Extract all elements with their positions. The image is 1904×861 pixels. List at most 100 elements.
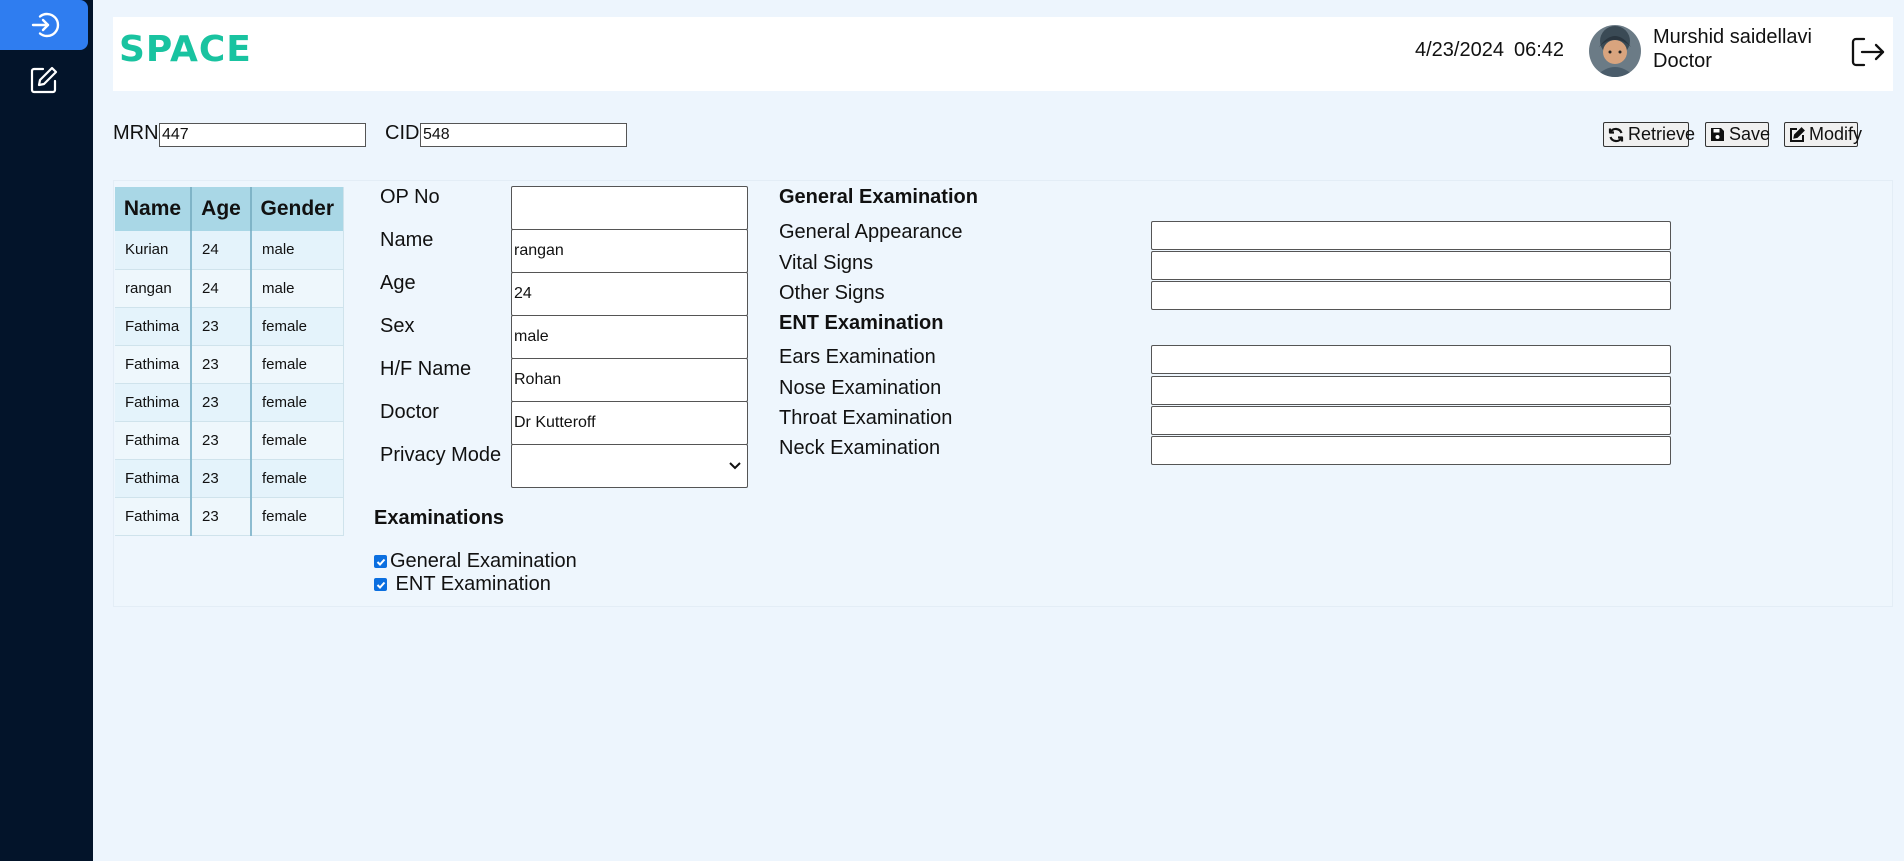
table-row[interactable]: Kurian 24 male (115, 231, 344, 270)
op-no-label: OP No (380, 186, 440, 208)
general-appearance-input[interactable] (1151, 221, 1671, 250)
hf-name-label: H/F Name (380, 358, 472, 380)
avatar[interactable] (1589, 25, 1641, 77)
table-row[interactable]: Fathima 23 female (115, 459, 344, 498)
column-header-gender[interactable]: Gender (251, 187, 344, 231)
name-label: Name (380, 229, 434, 251)
table-row[interactable]: Fathima 23 female (115, 345, 344, 384)
save-label: Save (1729, 124, 1771, 144)
sidebar-item-login[interactable] (0, 0, 88, 50)
privacy-mode-select[interactable] (511, 444, 748, 488)
current-time: 06:42 (1513, 39, 1565, 61)
cell-age: 24 (191, 231, 252, 270)
cell-name: Fathima (115, 421, 192, 460)
cell-name: Fathima (115, 307, 192, 346)
ent-examination-option-label: ENT Examination (390, 573, 551, 595)
sex-label: Sex (380, 315, 415, 337)
cell-gender: male (251, 269, 344, 308)
general-examination-option[interactable]: General Examination (374, 550, 577, 573)
cell-gender: female (251, 307, 344, 346)
retrieve-label: Retrieve (1628, 124, 1696, 144)
other-signs-input[interactable] (1151, 281, 1671, 310)
other-signs-label: Other Signs (779, 282, 885, 304)
sidebar (0, 0, 93, 861)
cell-name: Kurian (115, 231, 192, 270)
current-date: 4/23/2024 (1415, 39, 1504, 61)
refresh-icon (1608, 127, 1624, 142)
cell-age: 23 (191, 459, 252, 498)
ears-examination-input[interactable] (1151, 345, 1671, 374)
general-appearance-label: General Appearance (779, 221, 963, 243)
cell-age: 24 (191, 269, 252, 308)
user-name: Murshid saidellavi (1653, 26, 1812, 48)
table-row[interactable]: rangan 24 male (115, 269, 344, 308)
cell-age: 23 (191, 421, 252, 460)
nose-examination-label: Nose Examination (779, 377, 942, 399)
cell-age: 23 (191, 383, 252, 422)
ears-examination-label: Ears Examination (779, 346, 936, 368)
column-header-age[interactable]: Age (191, 187, 252, 231)
table-row[interactable]: Fathima 23 female (115, 383, 344, 422)
mrn-input[interactable] (159, 123, 366, 147)
modify-button[interactable]: Modify (1784, 122, 1862, 147)
ent-examination-heading: ENT Examination (779, 312, 944, 334)
cell-gender: female (251, 497, 344, 536)
login-icon (31, 12, 60, 38)
column-header-name[interactable]: Name (115, 187, 192, 231)
cell-age: 23 (191, 307, 252, 346)
edit-icon (1790, 126, 1805, 142)
retrieve-button[interactable]: Retrieve (1603, 122, 1695, 147)
cell-name: Fathima (115, 383, 192, 422)
ent-examination-option[interactable]: ENT Examination (374, 573, 551, 596)
check-icon (376, 581, 385, 589)
date-time: 4/23/2024 06:42 (1415, 39, 1564, 62)
general-examination-heading: General Examination (779, 186, 978, 208)
sex-input[interactable] (511, 315, 748, 359)
table-row[interactable]: Fathima 23 female (115, 421, 344, 460)
logout-button[interactable] (1850, 35, 1886, 74)
general-examination-option-label: General Examination (390, 550, 577, 572)
ent-examination-checkbox[interactable] (374, 578, 387, 591)
privacy-mode-label: Privacy Mode (380, 444, 502, 466)
save-icon (1711, 128, 1724, 141)
examinations-heading: Examinations (374, 507, 505, 529)
hf-name-input[interactable] (511, 358, 748, 402)
cell-gender: female (251, 421, 344, 460)
check-icon (376, 558, 385, 566)
modify-label: Modify (1809, 124, 1863, 144)
patients-table: Name Age Gender Kurian 24 male rangan 24 mal… (115, 187, 344, 536)
general-examination-checkbox[interactable] (374, 555, 387, 568)
cell-age: 23 (191, 345, 252, 384)
mrn-label: MRN (113, 122, 159, 144)
throat-examination-label: Throat Examination (779, 407, 953, 429)
cell-name: rangan (115, 269, 192, 308)
age-input[interactable] (511, 272, 748, 316)
user-role: Doctor (1653, 50, 1712, 72)
nose-examination-input[interactable] (1151, 376, 1671, 405)
age-label: Age (380, 272, 416, 294)
header-bar: SPACE 4/23/2024 06:42 Murshid saidellavi … (113, 17, 1893, 91)
op-no-input[interactable] (511, 186, 748, 230)
name-input[interactable] (511, 229, 748, 273)
cell-name: Fathima (115, 459, 192, 498)
vital-signs-input[interactable] (1151, 251, 1671, 280)
cell-name: Fathima (115, 345, 192, 384)
table-row[interactable]: Fathima 23 female (115, 307, 344, 346)
app-logo: SPACE (119, 29, 252, 70)
save-button[interactable]: Save (1705, 122, 1771, 147)
logout-icon (1851, 37, 1885, 67)
chevron-down-icon (729, 462, 741, 470)
cell-gender: female (251, 383, 344, 422)
table-row[interactable]: Fathima 23 female (115, 497, 344, 536)
cell-gender: female (251, 345, 344, 384)
cell-age: 23 (191, 497, 252, 536)
neck-examination-label: Neck Examination (779, 437, 941, 459)
throat-examination-input[interactable] (1151, 406, 1671, 435)
sidebar-item-edit[interactable] (0, 55, 88, 105)
doctor-input[interactable] (511, 401, 748, 445)
edit-icon (30, 66, 58, 94)
cell-gender: male (251, 231, 344, 270)
doctor-label: Doctor (380, 401, 439, 423)
cid-input[interactable] (420, 123, 627, 147)
neck-examination-input[interactable] (1151, 436, 1671, 465)
